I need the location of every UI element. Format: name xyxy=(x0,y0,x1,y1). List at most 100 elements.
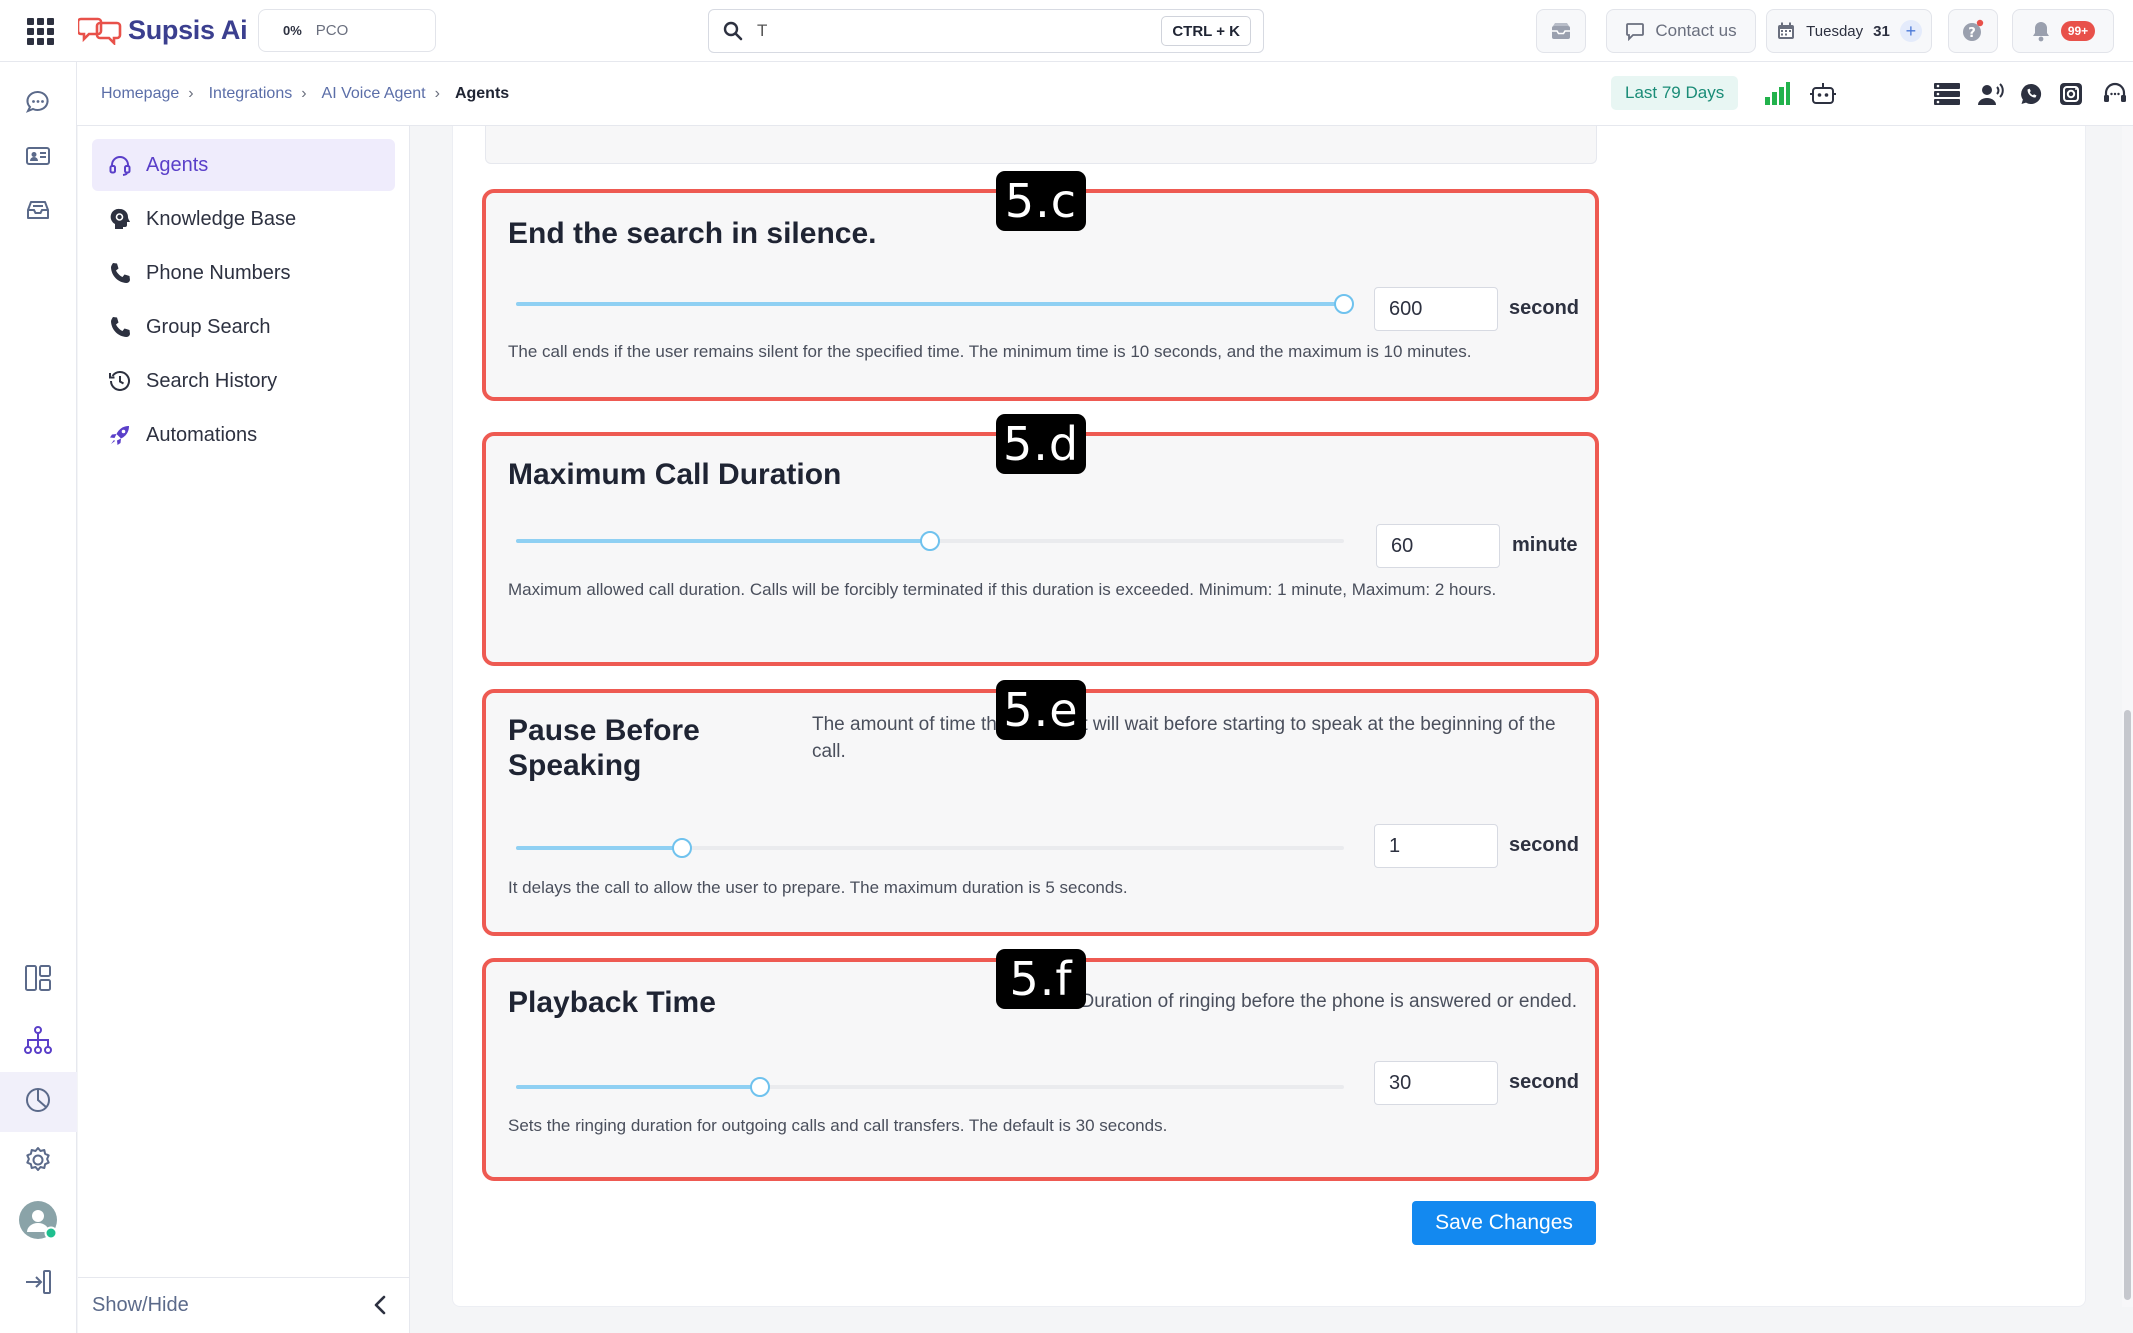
contact-us-label: Contact us xyxy=(1655,21,1737,40)
global-search[interactable]: CTRL + K xyxy=(708,9,1264,53)
bot-icon[interactable] xyxy=(1809,80,1837,108)
notifications-badge: 99+ xyxy=(2060,21,2096,41)
signal-bars-icon[interactable] xyxy=(1763,80,1791,108)
server-list-icon[interactable] xyxy=(1933,80,1961,108)
subnav-item-agents[interactable]: Agents xyxy=(92,139,395,191)
bell-icon xyxy=(2032,22,2049,42)
instagram-icon[interactable] xyxy=(2057,80,2085,108)
search-input[interactable] xyxy=(757,21,1137,41)
headset-icon xyxy=(108,153,132,177)
annotation-tag: 5.f xyxy=(996,949,1086,1009)
slider-thumb[interactable] xyxy=(1334,294,1354,314)
calendar-icon xyxy=(1778,22,1795,39)
svg-text:?: ? xyxy=(1968,26,1976,41)
max-call-duration-slider[interactable] xyxy=(516,530,1344,552)
section-help-text: Maximum allowed call duration. Calls wil… xyxy=(508,580,1497,599)
breadcrumb-current: Agents xyxy=(454,85,510,102)
rail-chat-icon[interactable] xyxy=(18,82,58,122)
show-hide-label: Show/Hide xyxy=(92,1294,189,1316)
section-title: Pause Before Speaking xyxy=(508,714,700,782)
silence-timeout-slider[interactable] xyxy=(516,293,1354,315)
slider-thumb[interactable] xyxy=(671,838,692,858)
date-range-pill[interactable]: Last 79 Days xyxy=(1611,76,1739,110)
section-help-text: It delays the call to allow the user to … xyxy=(508,878,1128,897)
annotation-tag: 5.e xyxy=(996,680,1086,740)
previous-section-tail xyxy=(485,126,1597,164)
subnav-item-label: Agents xyxy=(146,153,209,176)
save-changes-button[interactable]: Save Changes xyxy=(1412,1201,1596,1245)
subnav-item-search-history[interactable]: Search History xyxy=(92,355,395,407)
unit-label: minute xyxy=(1512,534,1578,556)
subnav-item-label: Group Search xyxy=(146,315,271,338)
playback-time-slider[interactable] xyxy=(516,1076,1344,1098)
unit-label: second xyxy=(1509,297,1580,319)
rail-logout-icon[interactable] xyxy=(18,1262,58,1302)
brain-icon xyxy=(108,207,132,231)
breadcrumb-separator: › xyxy=(434,85,440,102)
max-call-duration-input[interactable] xyxy=(1376,524,1500,568)
phone-icon xyxy=(108,315,132,339)
pco-indicator[interactable]: 0% PCO xyxy=(258,9,436,52)
search-shortcut: CTRL + K xyxy=(1161,16,1251,46)
contact-us-button[interactable]: Contact us xyxy=(1606,9,1756,53)
agents-subnav: Agents Knowledge Base Phone Numbers Grou… xyxy=(78,126,410,1333)
rail-inbox-icon[interactable] xyxy=(18,190,58,230)
rail-integrations-icon[interactable] xyxy=(18,1020,58,1060)
chevron-left-icon[interactable] xyxy=(373,1294,387,1322)
scrollbar-thumb[interactable] xyxy=(2124,710,2131,1300)
notifications-button[interactable]: 99+ xyxy=(2012,9,2114,53)
subnav-item-label: Phone Numbers xyxy=(146,261,291,284)
breadcrumb-item-ai-voice-agent[interactable]: AI Voice Agent xyxy=(322,85,426,103)
subnav-item-label: Search History xyxy=(146,369,278,392)
help-button[interactable]: ? xyxy=(1948,9,1998,53)
apps-grid-icon[interactable] xyxy=(24,15,56,47)
subnav-item-phone-numbers[interactable]: Phone Numbers xyxy=(92,247,395,299)
date-number: 31 xyxy=(1873,22,1890,40)
search-icon xyxy=(723,21,743,41)
rail-reports-icon[interactable] xyxy=(18,1080,58,1120)
add-event-plus-icon[interactable]: + xyxy=(1899,20,1922,42)
mail-tray-icon xyxy=(1552,23,1570,39)
voice-user-icon[interactable] xyxy=(1977,80,2005,108)
show-hide-toggle[interactable]: Show/Hide xyxy=(78,1277,409,1333)
subnav-item-label: Automations xyxy=(146,423,258,446)
date-button[interactable]: Tuesday 31 + xyxy=(1766,9,1932,53)
annotation-tag: 5.c xyxy=(996,171,1086,231)
section-help-text: Sets the ringing duration for outgoing c… xyxy=(508,1116,1168,1135)
icon-rail xyxy=(0,62,77,1333)
rail-contacts-icon[interactable] xyxy=(18,136,58,176)
app-logo[interactable]: Supsis Ai xyxy=(78,12,248,48)
rocket-icon xyxy=(108,423,132,447)
user-avatar[interactable] xyxy=(18,1200,58,1240)
section-title: End the search in silence. xyxy=(508,217,877,250)
breadcrumb-separator: › xyxy=(188,85,194,102)
phone-icon xyxy=(108,261,132,285)
date-day: Tuesday xyxy=(1806,22,1864,40)
slider-thumb[interactable] xyxy=(920,531,940,551)
support-headset-icon[interactable] xyxy=(2101,80,2129,108)
unit-label: second xyxy=(1509,1071,1580,1093)
silence-timeout-input[interactable] xyxy=(1374,287,1498,331)
breadcrumb-item-integrations[interactable]: Integrations xyxy=(209,85,293,103)
subnav-item-automations[interactable]: Automations xyxy=(92,409,395,461)
section-help-text: The call ends if the user remains silent… xyxy=(508,342,1472,361)
slider-thumb[interactable] xyxy=(750,1077,771,1097)
app-name: Supsis Ai xyxy=(128,14,248,45)
pause-before-speaking-input[interactable] xyxy=(1374,824,1498,868)
playback-time-input[interactable] xyxy=(1374,1061,1498,1105)
chat-bubble-icon xyxy=(1626,23,1645,41)
breadcrumb: Homepage › Integrations › AI Voice Agent… xyxy=(101,62,509,126)
annotation-tag: 5.d xyxy=(996,414,1086,474)
help-icon: ? xyxy=(1963,19,1984,41)
rail-dashboard-icon[interactable] xyxy=(18,958,58,998)
subnav-item-knowledge-base[interactable]: Knowledge Base xyxy=(92,193,395,245)
subnav-item-group-search[interactable]: Group Search xyxy=(92,301,395,353)
breadcrumb-item-homepage[interactable]: Homepage xyxy=(101,85,179,103)
rail-settings-icon[interactable] xyxy=(18,1140,58,1180)
breadcrumb-bar: Homepage › Integrations › AI Voice Agent… xyxy=(77,62,2133,126)
pause-before-speaking-slider[interactable] xyxy=(516,837,1344,859)
inbox-button[interactable] xyxy=(1536,9,1586,53)
unit-label: second xyxy=(1509,834,1580,856)
whatsapp-icon[interactable] xyxy=(2017,80,2045,108)
subnav-item-label: Knowledge Base xyxy=(146,207,297,230)
